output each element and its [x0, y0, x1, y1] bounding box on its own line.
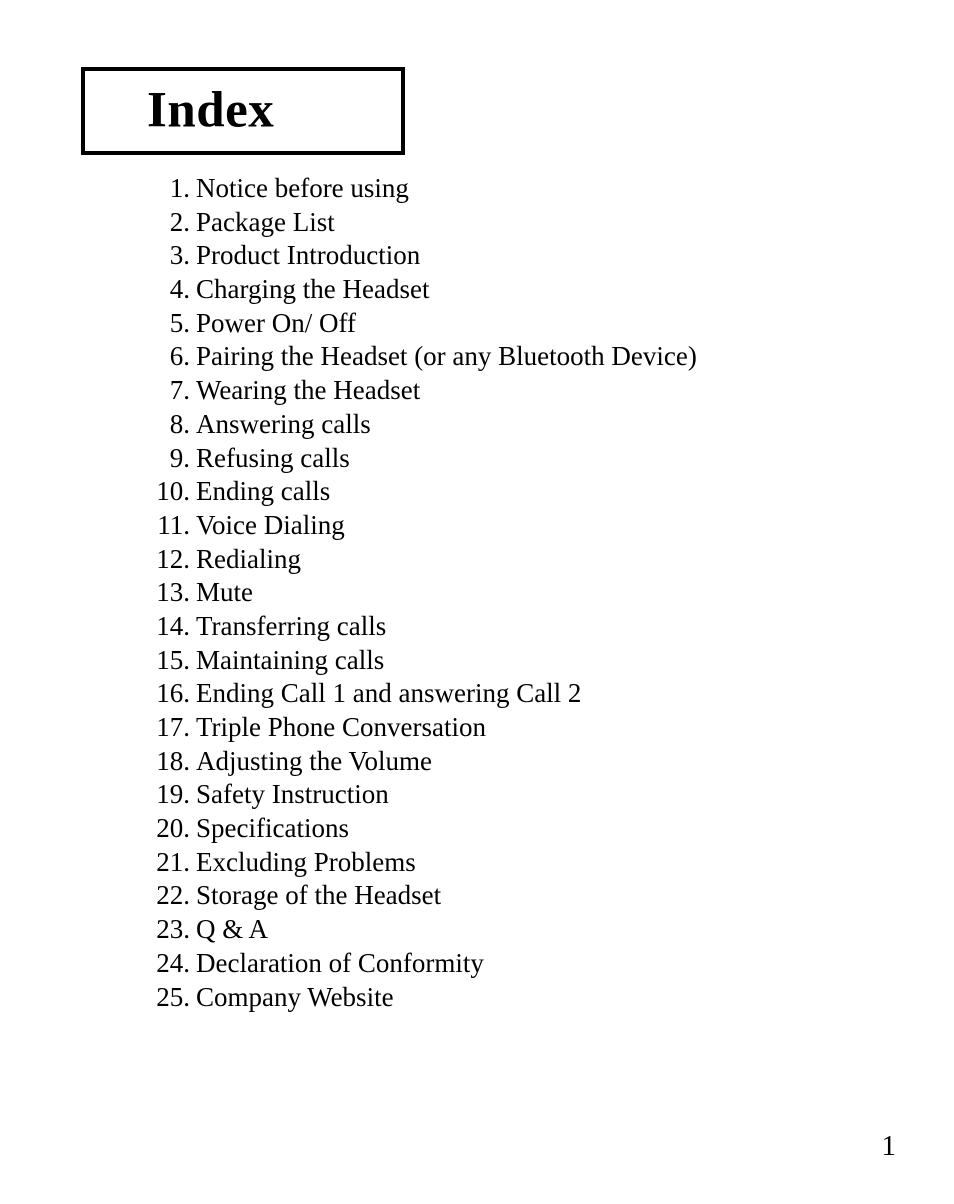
index-item-label: Company Website: [196, 981, 394, 1012]
index-item-label: Pairing the Headset (or any Bluetooth De…: [196, 341, 697, 372]
index-list-item[interactable]: 23. Q & A: [0, 913, 954, 947]
index-list-item[interactable]: 18. Adjusting the Volume: [0, 745, 954, 779]
index-item-number: 9.: [169, 442, 190, 473]
index-item-label: Notice before using: [196, 173, 409, 203]
index-item-label: Package List: [196, 206, 335, 237]
index-list-item[interactable]: 19. Safety Instruction: [0, 778, 954, 812]
index-item-number: 16.: [156, 678, 190, 709]
index-item-number: 14.: [156, 610, 190, 641]
index-item-number: 6.: [169, 341, 190, 372]
index-item-label: Triple Phone Conversation: [196, 712, 486, 742]
index-item-number: 5.: [169, 307, 190, 338]
index-item-number: 21.: [156, 846, 190, 877]
index-list-item[interactable]: 8. Answering calls: [0, 408, 954, 442]
index-item-label: Mute: [196, 577, 253, 608]
index-item-label: Power On/ Off: [196, 307, 356, 338]
index-item-number: 11.: [157, 509, 190, 540]
index-item-label: Specifications: [196, 813, 349, 844]
index-list-item[interactable]: 24. Declaration of Conformity: [0, 947, 954, 981]
index-list-item[interactable]: 3. Product Introduction: [0, 239, 954, 273]
index-list-item[interactable]: 1. Notice before using: [0, 172, 954, 206]
index-item-label: Ending calls: [196, 476, 331, 507]
index-item-number: 12.: [156, 543, 190, 574]
index-list-item[interactable]: 11. Voice Dialing: [0, 509, 954, 543]
index-item-label: Answering calls: [196, 408, 371, 439]
index-item-number: 3.: [169, 240, 190, 271]
index-item-label: Redialing: [196, 543, 301, 574]
index-list-item[interactable]: 13. Mute: [0, 576, 954, 610]
index-item-number: 13.: [156, 577, 190, 608]
index-item-label: Charging the Headset: [196, 274, 430, 305]
index-list-item[interactable]: 22. Storage of the Headset: [0, 879, 954, 913]
index-list-item[interactable]: 21. Excluding Problems: [0, 846, 954, 880]
index-item-number: 1.: [169, 173, 190, 203]
index-item-label: Declaration of Conformity: [196, 947, 484, 978]
index-list-item[interactable]: 5. Power On/ Off: [0, 307, 954, 341]
index-item-label: Safety Instruction: [196, 779, 389, 810]
index-item-label: Transferring calls: [196, 610, 387, 641]
index-list-item[interactable]: 7. Wearing the Headset: [0, 374, 954, 408]
index-item-label: Refusing calls: [196, 442, 350, 473]
index-item-label: Q & A: [196, 914, 269, 945]
index-item-number: 15.: [156, 644, 190, 675]
index-list: 1. Notice before using 2. Package List 3. Pro…: [0, 172, 954, 1014]
index-list-item[interactable]: 20. Specifications: [0, 812, 954, 846]
index-item-number: 23.: [156, 914, 190, 945]
index-item-label: Adjusting the Volume: [196, 745, 433, 776]
index-item-number: 25.: [156, 981, 190, 1012]
index-list-item[interactable]: 10. Ending calls: [0, 475, 954, 509]
page-title: Index: [147, 82, 275, 139]
index-item-label: Ending Call 1 and answering Call 2: [196, 678, 582, 709]
page-number: 1: [881, 1130, 897, 1162]
index-list-item[interactable]: 15. Maintaining calls: [0, 644, 954, 678]
index-list-item[interactable]: 16. Ending Call 1 and answering Call 2: [0, 677, 954, 711]
index-list-item[interactable]: 12. Redialing: [0, 543, 954, 577]
index-item-number: 8.: [169, 408, 190, 439]
index-item-number: 22.: [156, 880, 190, 911]
index-item-number: 20.: [156, 813, 190, 844]
index-item-number: 17.: [156, 712, 190, 742]
index-item-number: 18.: [156, 745, 190, 776]
index-item-number: 19.: [156, 779, 190, 810]
index-list-item[interactable]: 17. Triple Phone Conversation: [0, 711, 954, 745]
index-list-item[interactable]: 6. Pairing the Headset (or any Bluetooth …: [0, 340, 954, 374]
index-item-number: 2.: [169, 206, 190, 237]
index-list-item[interactable]: 9. Refusing calls: [0, 442, 954, 476]
index-item-label: Maintaining calls: [196, 644, 385, 675]
index-list-item[interactable]: 25. Company Website: [0, 981, 954, 1015]
index-item-number: 10.: [156, 476, 190, 507]
index-item-label: Excluding Problems: [196, 846, 416, 877]
index-item-number: 7.: [169, 375, 190, 406]
index-list-item[interactable]: 14. Transferring calls: [0, 610, 954, 644]
index-item-label: Wearing the Headset: [196, 375, 421, 406]
index-item-label: Voice Dialing: [196, 509, 345, 540]
index-item-label: Storage of the Headset: [196, 880, 442, 911]
index-list-item[interactable]: 4. Charging the Headset: [0, 273, 954, 307]
index-item-label: Product Introduction: [196, 240, 421, 271]
index-list-item[interactable]: 2. Package List: [0, 206, 954, 240]
index-item-number: 24.: [156, 947, 190, 978]
index-item-number: 4.: [169, 274, 190, 305]
index-title-box: Index: [81, 67, 405, 155]
